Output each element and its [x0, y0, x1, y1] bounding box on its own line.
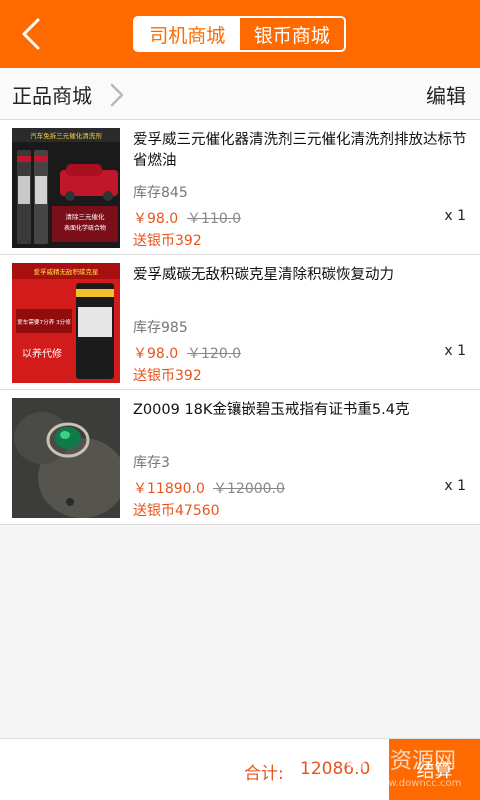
edit-button[interactable]: 编辑 [426, 80, 466, 109]
silver-coin-reward: 送银币392 [133, 368, 202, 384]
tab-driver-mall[interactable]: 司机商城 [135, 18, 240, 50]
svg-text:清除三元催化: 清除三元催化 [66, 212, 106, 221]
silver-coin-reward: 送银币47560 [133, 503, 220, 519]
cart-item[interactable]: 爱孚威精无敌积碳克星 爱车需要7分养 3分修 以养代修 爱孚威碳无敌积碳克星清除… [0, 255, 480, 390]
checkout-button[interactable]: 结算 [389, 739, 480, 800]
product-title[interactable]: 爱孚威三元催化器清洗剂三元催化清洗剂排放达标节省燃油 [133, 130, 468, 172]
stock-count: 库存3 [133, 455, 170, 471]
current-price: ￥98.0 [133, 211, 179, 227]
stock-count: 库存985 [133, 320, 188, 336]
quantity: x 1 [444, 343, 466, 359]
product-title[interactable]: Z0009 18K金镶嵌碧玉戒指有证书重5.4克 [133, 400, 468, 421]
cart-item[interactable]: 汽车免拆三元催化清洗剂 清除三元催化 表面化学硫合物 爱孚威三元催化器清洗剂三元… [0, 120, 480, 255]
total-label: 合计: [244, 764, 284, 784]
cart-item[interactable]: Z0009 18K金镶嵌碧玉戒指有证书重5.4克 库存3 ￥11890.0 ￥1… [0, 390, 480, 525]
chevron-right-icon[interactable] [108, 82, 126, 108]
current-price: ￥98.0 [133, 346, 179, 362]
shop-header: 正品商城 编辑 [0, 68, 480, 120]
current-price: ￥11890.0 [133, 481, 205, 497]
total-amount: 12086.0 [300, 759, 371, 779]
original-price: ￥110.0 [187, 211, 242, 227]
svg-text:汽车免拆三元催化清洗剂: 汽车免拆三元催化清洗剂 [30, 131, 102, 140]
chevron-left-icon[interactable] [12, 14, 52, 54]
product-image[interactable]: 汽车免拆三元催化清洗剂 清除三元催化 表面化学硫合物 [12, 128, 120, 248]
quantity: x 1 [444, 208, 466, 224]
original-price: ￥12000.0 [213, 481, 285, 497]
product-title[interactable]: 爱孚威碳无敌积碳克星清除积碳恢复动力 [133, 265, 468, 286]
silver-coin-reward: 送银币392 [133, 233, 202, 249]
original-price: ￥120.0 [187, 346, 242, 362]
svg-text:表面化学硫合物: 表面化学硫合物 [64, 224, 106, 232]
checkout-bar: 合计: 12086.0 结算 [0, 738, 480, 800]
svg-text:以养代修: 以养代修 [22, 347, 62, 360]
cart-item-list: 汽车免拆三元催化清洗剂 清除三元催化 表面化学硫合物 爱孚威三元催化器清洗剂三元… [0, 120, 480, 525]
svg-text:爱车需要7分养 3分修: 爱车需要7分养 3分修 [17, 318, 71, 326]
tab-silver-coin-mall[interactable]: 银币商城 [240, 18, 345, 50]
store-switcher: 司机商城 银币商城 [133, 16, 346, 52]
top-bar: 司机商城 银币商城 [0, 0, 480, 68]
svg-text:爱孚威精无敌积碳克星: 爱孚威精无敌积碳克星 [34, 267, 100, 276]
shop-title[interactable]: 正品商城 [12, 80, 92, 109]
product-image[interactable]: 爱孚威精无敌积碳克星 爱车需要7分养 3分修 以养代修 [12, 263, 120, 383]
product-image[interactable] [12, 398, 120, 518]
stock-count: 库存845 [133, 185, 188, 201]
quantity: x 1 [444, 478, 466, 494]
